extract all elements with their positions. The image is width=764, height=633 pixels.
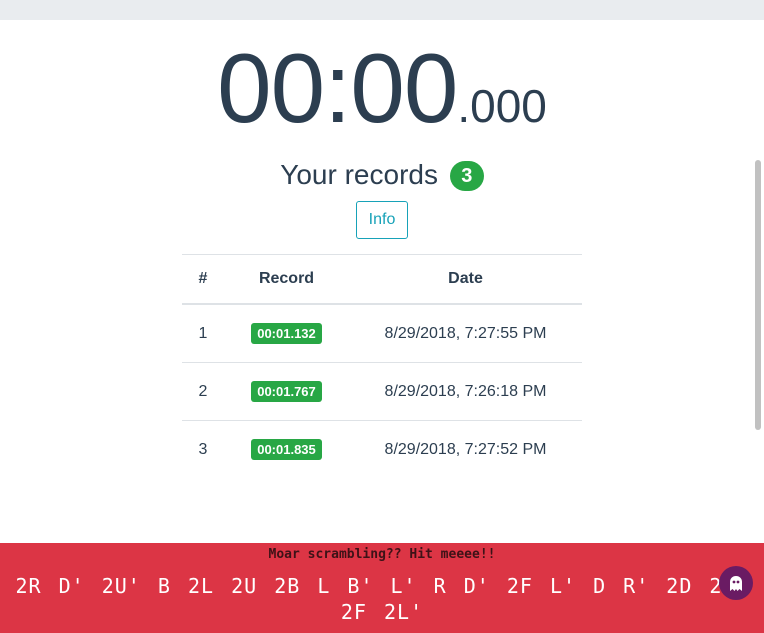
column-header-date: Date [349,254,582,305]
timer-milliseconds: .000 [457,80,547,132]
record-time-cell: 00:01.767 [224,362,349,421]
record-date: 8/29/2018, 7:27:52 PM [349,420,582,478]
record-index: 2 [182,362,224,421]
record-time-badge: 00:01.132 [251,323,322,344]
record-date: 8/29/2018, 7:27:55 PM [384,324,547,342]
record-index: 1 [198,324,208,342]
records-table: # Record Date 1 00:01.132 8/29/2018, 7:2… [182,254,582,478]
record-time-cell: 00:01.835 [224,420,349,478]
timer-display: 00:00.000 [0,38,764,138]
timer-main: 00:00 [217,33,458,143]
record-index: 3 [182,420,224,478]
scramble-hint: Moar scrambling?? Hit meeee!! [268,547,496,562]
table-row: 2 00:01.767 8/29/2018, 7:26:18 PM [182,362,582,421]
record-time-badge: 00:01.835 [251,439,322,460]
scrollbar-thumb[interactable] [755,160,761,430]
records-heading: Your records 3 [0,158,764,192]
records-title: Your records [280,159,438,190]
table-row: 3 00:01.835 8/29/2018, 7:27:52 PM [182,420,582,478]
ghost-button[interactable] [719,566,753,600]
top-bar [0,0,764,20]
ghost-icon [730,575,742,591]
record-time-badge: 00:01.767 [251,381,322,402]
record-date: 8/29/2018, 7:26:18 PM [349,362,582,421]
record-time-cell: 00:01.132 [224,304,349,363]
table-row: 1 00:01.132 8/29/2018, 7:27:55 PM [182,304,582,363]
table-header-row: # Record Date [182,254,582,305]
info-button[interactable]: Info [356,201,408,239]
records-count-badge: 3 [449,161,484,191]
column-header-record: Record [224,254,349,305]
scramble-sequence: 2R D' 2U' B 2L 2U 2B L B' L' R D' 2F L' … [15,574,749,624]
column-header-index: # [182,254,224,305]
scramble-footer[interactable]: Moar scrambling?? Hit meeee!! 2R D' 2U' … [0,543,764,633]
